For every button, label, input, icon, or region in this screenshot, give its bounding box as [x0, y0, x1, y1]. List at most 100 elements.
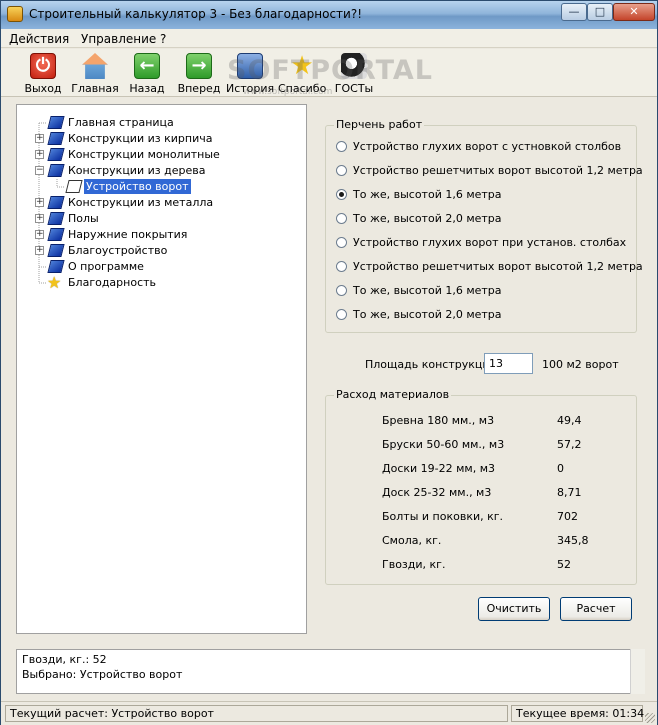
tree-item-thanks[interactable]: ★ Благодарность	[35, 273, 295, 292]
radio-button[interactable]	[336, 285, 347, 296]
radio-button[interactable]	[336, 237, 347, 248]
log-scrollbar[interactable]	[630, 649, 645, 694]
clear-button[interactable]: Очистить	[478, 597, 550, 621]
tree-item-label: Конструкции из металла	[68, 196, 214, 209]
materials-group-title: Расход материалов	[334, 388, 452, 401]
material-value: 52	[557, 558, 571, 571]
book-icon	[47, 148, 65, 161]
tree-item-landscaping[interactable]: + Благоустройство	[35, 243, 295, 259]
close-button[interactable]: ✕	[613, 3, 655, 21]
calculate-button[interactable]: Расчет	[560, 597, 632, 621]
material-value: 49,4	[557, 414, 582, 427]
book-icon	[47, 244, 65, 257]
radio-button[interactable]	[336, 165, 347, 176]
watermark-url: www.softportal.com	[243, 87, 333, 97]
tree-item-label-selected: Устройство ворот	[84, 179, 191, 194]
back-arrow-icon: ←	[134, 53, 160, 79]
material-value: 345,8	[557, 534, 589, 547]
material-value: 702	[557, 510, 578, 523]
material-name: Доски 19-22 мм, м3	[382, 462, 496, 475]
open-book-icon	[65, 180, 83, 193]
material-value: 0	[557, 462, 564, 475]
area-unit: 100 м2 ворот	[542, 358, 619, 371]
book-icon	[47, 228, 65, 241]
expand-icon[interactable]: +	[35, 246, 44, 255]
material-value: 57,2	[557, 438, 582, 451]
menu-help[interactable]: ?	[160, 32, 166, 46]
book-icon	[47, 116, 65, 129]
log-line: Гвозди, кг.: 52	[22, 653, 107, 666]
material-name: Доск 25-32 мм., м3	[382, 486, 492, 499]
work-option-label: Устройство решетчитых ворот высотой 1,2 …	[353, 164, 643, 177]
material-name: Бруски 50-60 мм., м3	[382, 438, 505, 451]
work-option-label: То же, высотой 1,6 метра	[353, 188, 502, 201]
tree-item-monolithic[interactable]: + Конструкции монолитные	[35, 147, 295, 163]
exit-button[interactable]: ⏻ Выход	[19, 51, 67, 95]
material-name: Смола, кг.	[382, 534, 442, 547]
radio-button[interactable]	[336, 261, 347, 272]
app-icon	[7, 6, 23, 22]
collapse-icon[interactable]: −	[35, 166, 44, 175]
exit-icon: ⏻	[30, 53, 56, 79]
expand-icon[interactable]: +	[35, 214, 44, 223]
radio-button[interactable]	[336, 309, 347, 320]
status-current-time: Текущее время: 01:34	[511, 705, 644, 722]
home-icon	[82, 53, 108, 79]
tree-item-label: Благоустройство	[68, 244, 168, 257]
expand-icon[interactable]: +	[35, 134, 44, 143]
material-name: Бревна 180 мм., м3	[382, 414, 495, 427]
tree-item-about[interactable]: О программе	[35, 259, 295, 275]
tree-item-label: Наружние покрытия	[68, 228, 188, 241]
area-input[interactable]	[484, 353, 533, 374]
app-window: Строительный калькулятор 3 - Без благода…	[0, 0, 658, 725]
work-option-label: То же, высотой 1,6 метра	[353, 284, 502, 297]
log-panel: Гвозди, кг.: 52 Выбрано: Устройство воро…	[16, 649, 644, 694]
work-option-label: Устройство глухих ворот с устновкой стол…	[353, 140, 622, 153]
title-bar[interactable]: Строительный калькулятор 3 - Без благода…	[1, 1, 657, 29]
radio-button-checked[interactable]	[336, 189, 347, 200]
expand-icon[interactable]: +	[35, 198, 44, 207]
menu-control[interactable]: Управление	[81, 32, 156, 46]
book-icon	[47, 260, 65, 273]
tree-item-label: Конструкции из дерева	[68, 164, 206, 177]
home-label: Главная	[71, 82, 119, 95]
home-button[interactable]: Главная	[71, 51, 119, 95]
work-option-label: Устройство глухих ворот при установ. сто…	[353, 236, 627, 249]
back-button[interactable]: ← Назад	[123, 51, 171, 95]
back-label: Назад	[129, 82, 165, 95]
material-name: Гвозди, кг.	[382, 558, 446, 571]
tree-item-home-page[interactable]: Главная страница	[35, 115, 295, 131]
tree-item-exterior[interactable]: + Наружние покрытия	[35, 227, 295, 243]
material-value: 8,71	[557, 486, 582, 499]
window-title: Строительный калькулятор 3 - Без благода…	[29, 7, 363, 21]
expand-icon[interactable]: +	[35, 230, 44, 239]
forward-button[interactable]: → Вперед	[175, 51, 223, 95]
star-icon: ★	[47, 273, 62, 292]
radio-button[interactable]	[336, 213, 347, 224]
tree-item-label: Полы	[68, 212, 99, 225]
work-option-label: То же, высотой 2,0 метра	[353, 212, 502, 225]
tree-item-floors[interactable]: + Полы	[35, 211, 295, 227]
navigation-tree[interactable]: Главная страница + Конструкции из кирпич…	[16, 104, 307, 634]
maximize-button[interactable]: □	[587, 3, 613, 21]
book-icon	[47, 132, 65, 145]
forward-arrow-icon: →	[186, 53, 212, 79]
minimize-button[interactable]: —	[561, 3, 587, 21]
forward-label: Вперед	[177, 82, 221, 95]
book-icon	[47, 196, 65, 209]
tree-item-label: Конструкции из кирпича	[68, 132, 213, 145]
expand-icon[interactable]: +	[35, 150, 44, 159]
status-bar: Текущий расчет: Устройство ворот Текущее…	[1, 701, 657, 725]
works-group: Перчень работ Устройство глухих ворот с …	[325, 118, 643, 333]
tree-item-metal[interactable]: + Конструкции из металла	[35, 195, 295, 211]
book-icon	[47, 164, 65, 177]
tree-item-brick[interactable]: + Конструкции из кирпича	[35, 131, 295, 147]
tree-item-wood[interactable]: − Конструкции из дерева	[35, 163, 295, 179]
tree-item-gates[interactable]: Устройство ворот	[51, 179, 291, 195]
material-name: Болты и поковки, кг.	[382, 510, 504, 523]
resize-grip-icon[interactable]	[645, 713, 655, 723]
menu-actions[interactable]: Действия	[9, 32, 69, 46]
work-option-label: Устройство решетчитых ворот высотой 1,2 …	[353, 260, 643, 273]
tree-item-label: О программе	[68, 260, 144, 273]
radio-button[interactable]	[336, 141, 347, 152]
